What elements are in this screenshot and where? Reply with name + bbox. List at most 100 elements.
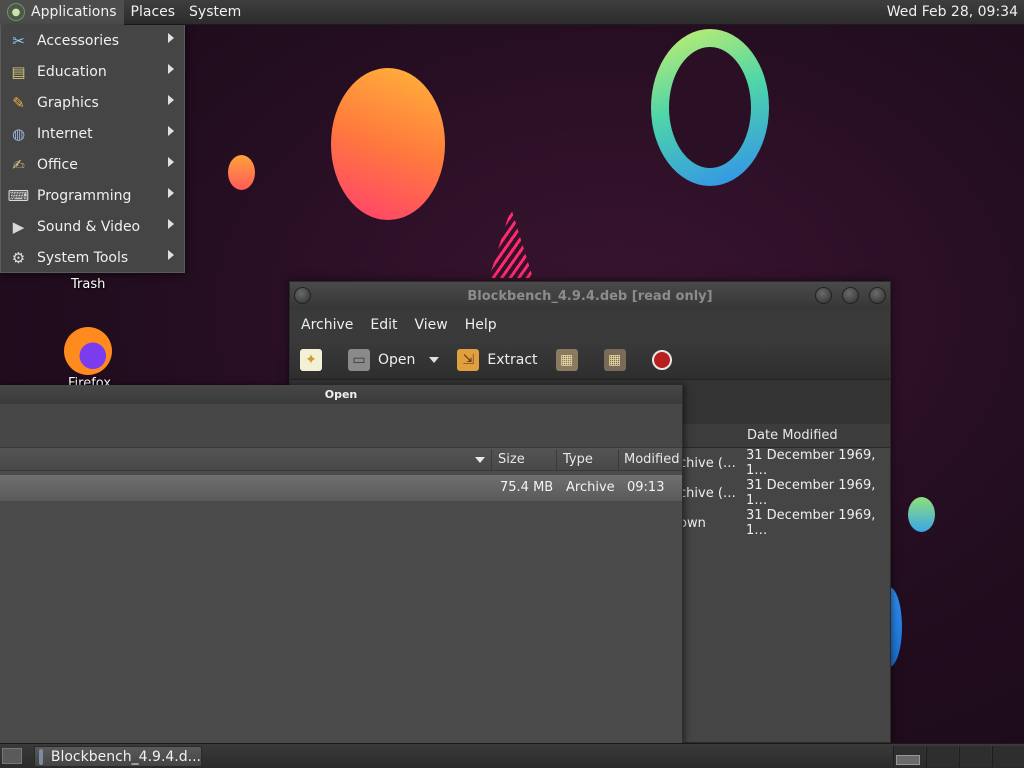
sound-video-icon: ▶ <box>12 217 25 236</box>
column-date-modified[interactable]: Date Modified <box>747 428 838 443</box>
window-titlebar[interactable]: Blockbench_4.9.4.deb [read only] <box>290 282 890 310</box>
cell-date: 31 December 1969, 1… <box>746 508 876 538</box>
submenu-arrow-icon <box>168 219 174 229</box>
menu-help[interactable]: Help <box>459 317 508 333</box>
open-button[interactable]: ▭ Open <box>348 348 440 371</box>
new-archive-button[interactable]: ✦ <box>300 348 330 371</box>
bottom-panel: Blockbench_4.9.4.d... <box>0 743 1024 768</box>
workspace-window-thumb <box>896 755 920 765</box>
open-dialog: Open Size Type Modified 75.4 MB Archive … <box>0 385 683 743</box>
workspace-1[interactable] <box>893 746 925 767</box>
workspace-4[interactable] <box>992 746 1024 767</box>
cell-type: chive (… <box>679 485 736 501</box>
desktop-icon-trash-label[interactable]: Trash <box>71 277 105 292</box>
open-archive-icon: ▭ <box>348 348 370 371</box>
dialog-location-area <box>0 404 682 447</box>
workspace-2[interactable] <box>926 746 958 767</box>
applications-menu-label: Applications <box>31 4 117 20</box>
firefox-icon[interactable] <box>64 327 112 375</box>
clock[interactable]: Wed Feb 28, 09:34 <box>887 4 1024 20</box>
cell-type: chive (… <box>679 455 736 471</box>
office-icon: ✍ <box>12 155 25 174</box>
cell-size: 75.4 MB <box>500 480 554 495</box>
archive-manager-icon <box>39 748 43 765</box>
menu-item-system-tools[interactable]: ⚙ System Tools <box>1 242 184 273</box>
maximize-button[interactable] <box>842 287 859 304</box>
internet-icon: ◍ <box>11 124 26 143</box>
submenu-arrow-icon <box>168 33 174 43</box>
cell-type: own <box>679 515 706 531</box>
applications-dropdown: ✂ Accessories ▤ Education ✎ Graphics ◍ I… <box>0 25 185 273</box>
top-panel: ● Applications Places System Wed Feb 28,… <box>0 0 1024 25</box>
menu-item-graphics[interactable]: ✎ Graphics <box>1 87 184 118</box>
dialog-title: Open <box>324 388 358 401</box>
add-folder-icon: ▦ <box>603 348 626 371</box>
column-separator <box>556 450 557 470</box>
menu-archive[interactable]: Archive <box>295 317 364 333</box>
cell-date: 31 December 1969, 1… <box>746 448 876 478</box>
system-tools-icon: ⚙ <box>11 248 26 267</box>
add-files-button[interactable]: ▦ <box>555 348 586 371</box>
menu-item-label: Internet <box>37 125 93 142</box>
window-title: Blockbench_4.9.4.deb [read only] <box>467 288 713 304</box>
menu-item-label: Graphics <box>37 94 99 111</box>
menu-item-label: Sound & Video <box>37 218 141 235</box>
toolbar: ✦ ▭ Open ⇲ Extract ▦ ▦ <box>290 340 890 380</box>
dialog-titlebar[interactable]: Open <box>0 385 682 404</box>
wallpaper-shape <box>228 155 255 190</box>
wallpaper-shape <box>331 68 445 220</box>
menu-item-sound-video[interactable]: ▶ Sound & Video <box>1 211 184 242</box>
places-menu[interactable]: Places <box>124 0 183 25</box>
sort-arrow-icon[interactable] <box>475 457 485 463</box>
taskbar-window-label: Blockbench_4.9.4.d... <box>50 748 201 765</box>
column-separator <box>491 450 492 470</box>
open-button-label: Open <box>378 351 416 368</box>
programming-icon: ⌨ <box>7 186 30 205</box>
menu-item-label: Education <box>37 63 107 80</box>
column-type[interactable]: Type <box>563 452 593 467</box>
show-desktop-button[interactable] <box>2 748 22 764</box>
accessories-icon: ✂ <box>12 31 25 50</box>
menu-item-label: Programming <box>37 187 132 204</box>
education-icon: ▤ <box>11 62 26 81</box>
extract-button-label: Extract <box>487 351 538 368</box>
menu-item-accessories[interactable]: ✂ Accessories <box>1 25 184 56</box>
workspace-3[interactable] <box>959 746 991 767</box>
wallpaper-shape <box>651 29 769 186</box>
stop-button[interactable] <box>651 349 680 370</box>
system-menu[interactable]: System <box>182 0 248 25</box>
column-size[interactable]: Size <box>498 452 525 467</box>
minimize-button[interactable] <box>815 287 832 304</box>
menu-item-office[interactable]: ✍ Office <box>1 149 184 180</box>
menubar: Archive Edit View Help <box>290 310 890 340</box>
applications-menu[interactable]: ● Applications <box>0 0 124 25</box>
extract-button[interactable]: ⇲ Extract <box>457 348 538 371</box>
wallpaper-shape <box>489 208 533 278</box>
cell-date: 31 December 1969, 1… <box>746 478 876 508</box>
submenu-arrow-icon <box>168 95 174 105</box>
graphics-icon: ✎ <box>12 93 25 112</box>
menu-item-internet[interactable]: ◍ Internet <box>1 118 184 149</box>
menu-item-label: System Tools <box>37 249 129 266</box>
close-button[interactable] <box>869 287 886 304</box>
column-modified[interactable]: Modified <box>624 452 679 467</box>
menu-item-education[interactable]: ▤ Education <box>1 56 184 87</box>
menu-edit[interactable]: Edit <box>364 317 408 333</box>
submenu-arrow-icon <box>168 157 174 167</box>
stop-icon <box>651 349 672 370</box>
file-row-selected[interactable]: 75.4 MB Archive 09:13 <box>0 475 682 501</box>
add-folder-button[interactable]: ▦ <box>603 348 634 371</box>
window-menu-button[interactable] <box>294 287 311 304</box>
menu-view[interactable]: View <box>409 317 459 333</box>
file-list-header: Size Type Modified <box>0 447 682 471</box>
submenu-arrow-icon <box>168 126 174 136</box>
submenu-arrow-icon <box>168 188 174 198</box>
dropdown-arrow-icon[interactable] <box>429 356 440 363</box>
cell-modified: 09:13 <box>627 480 665 495</box>
extract-icon: ⇲ <box>457 348 480 371</box>
distro-logo-icon: ● <box>7 3 25 21</box>
new-archive-icon: ✦ <box>300 348 322 371</box>
taskbar-window-button[interactable]: Blockbench_4.9.4.d... <box>34 746 202 767</box>
submenu-arrow-icon <box>168 250 174 260</box>
menu-item-programming[interactable]: ⌨ Programming <box>1 180 184 211</box>
